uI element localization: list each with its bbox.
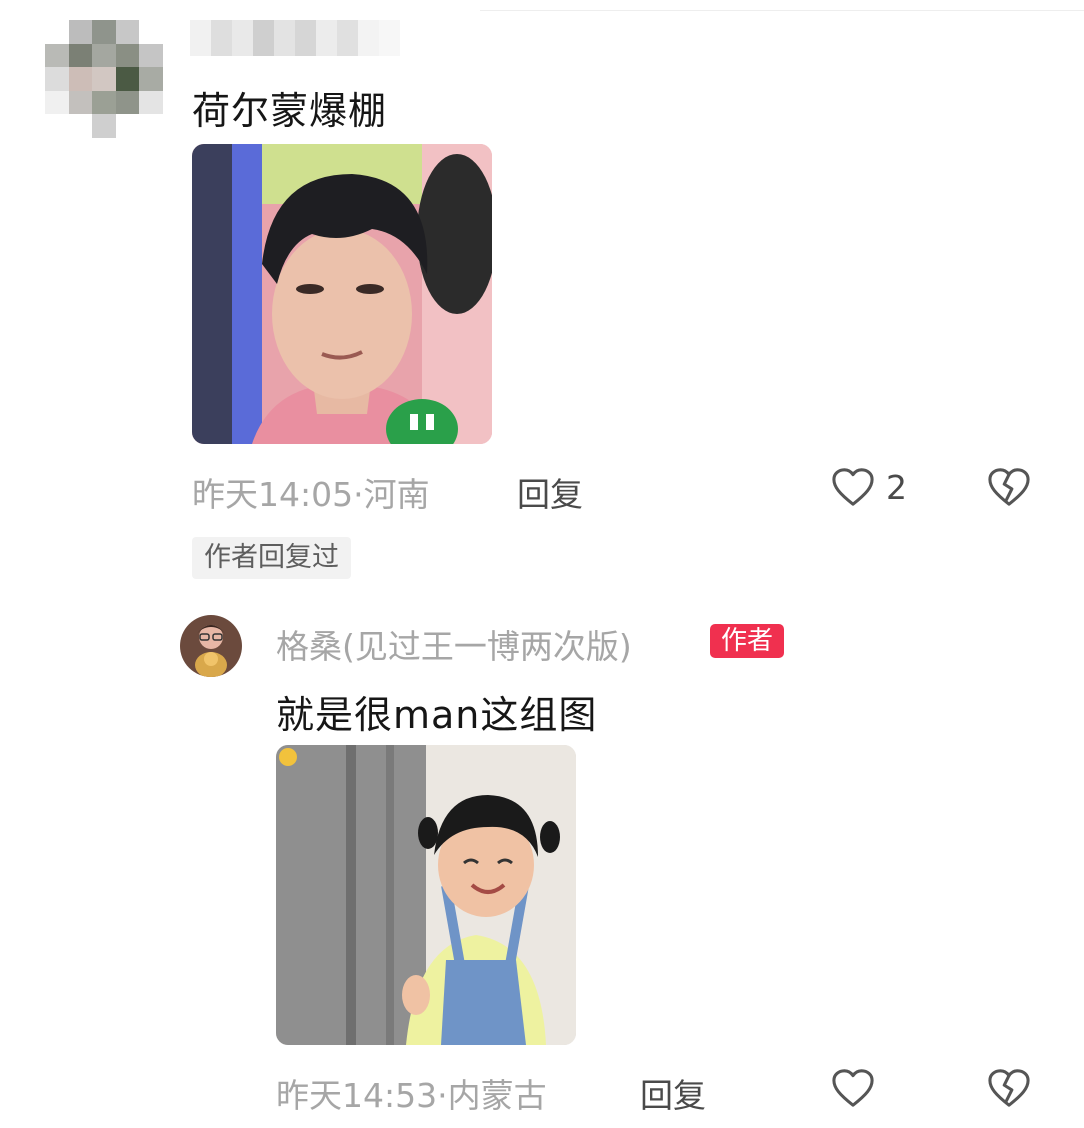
avatar-pixel <box>68 43 93 68</box>
reply-sticker-image[interactable] <box>276 745 576 1045</box>
avatar-pixel <box>68 114 93 138</box>
avatar-pixel <box>115 114 140 138</box>
avatar-pixel <box>115 43 140 68</box>
broken-heart-icon <box>988 1069 1030 1107</box>
name-blur-block <box>295 20 316 56</box>
avatar-pixel <box>115 20 140 44</box>
avatar-pixel <box>115 67 140 91</box>
avatar-pixel <box>68 20 93 44</box>
avatar-pixel <box>92 20 116 44</box>
name-blur-block <box>316 20 337 56</box>
comment-thread: 荷尔蒙爆棚 昨天14:05·河南 回复 2 作者回复过 格桑(见过王一博两次版)… <box>0 0 1084 1128</box>
heart-icon <box>832 468 874 506</box>
comment-time-location: 昨天14:05·河南 <box>192 475 430 514</box>
avatar-pixel <box>92 43 116 68</box>
reply-button[interactable]: 回复 <box>640 1069 706 1117</box>
dislike-button[interactable] <box>986 466 1032 512</box>
avatar-pixel <box>45 114 69 138</box>
avatar-pixel <box>139 20 163 44</box>
comment-text: 荷尔蒙爆棚 <box>192 89 388 133</box>
comment-sticker-image[interactable] <box>192 144 492 444</box>
name-blur-block <box>211 20 232 56</box>
name-blur-block <box>379 20 400 56</box>
avatar-pixel <box>92 90 116 115</box>
avatar-pixel <box>92 67 116 91</box>
avatar-pixel <box>139 67 163 91</box>
author-replied-badge[interactable]: 作者回复过 <box>192 537 351 579</box>
name-blur-block <box>358 20 379 56</box>
name-blur-block <box>274 20 295 56</box>
avatar-pixel <box>139 114 163 138</box>
avatar-pixel <box>45 43 69 68</box>
avatar-pixel <box>139 90 163 115</box>
commenter-name-blurred[interactable] <box>190 20 400 56</box>
avatar-pixel <box>68 90 93 115</box>
heart-icon <box>832 1069 874 1107</box>
name-blur-block <box>232 20 253 56</box>
reply-button[interactable]: 回复 <box>517 468 583 516</box>
author-avatar[interactable] <box>180 615 242 677</box>
author-name[interactable]: 格桑(见过王一博两次版) <box>276 620 632 668</box>
like-button[interactable] <box>830 1067 876 1109</box>
reply-time-location: 昨天14:53·内蒙古 <box>276 1076 547 1115</box>
avatar-pixel <box>68 67 93 91</box>
avatar-pixel <box>45 67 69 91</box>
avatar-pixel <box>45 20 69 44</box>
commenter-avatar-blurred[interactable] <box>45 20 163 138</box>
avatar-pixel <box>139 43 163 68</box>
avatar-pixel <box>115 90 140 115</box>
like-button[interactable]: 2 <box>830 466 907 508</box>
author-tag: 作者 <box>710 624 785 658</box>
divider <box>480 10 1084 11</box>
reply-text: 就是很man这组图 <box>276 693 598 737</box>
author-avatar-image <box>180 615 242 677</box>
broken-heart-icon <box>988 468 1030 506</box>
avatar-pixel <box>92 114 116 138</box>
like-count: 2 <box>886 467 907 507</box>
dislike-button[interactable] <box>986 1067 1032 1113</box>
name-blur-block <box>253 20 274 56</box>
young-man-photo <box>192 144 492 444</box>
name-blur-block <box>337 20 358 56</box>
little-girl-photo <box>276 745 576 1045</box>
avatar-pixel <box>45 90 69 115</box>
name-blur-block <box>190 20 211 56</box>
